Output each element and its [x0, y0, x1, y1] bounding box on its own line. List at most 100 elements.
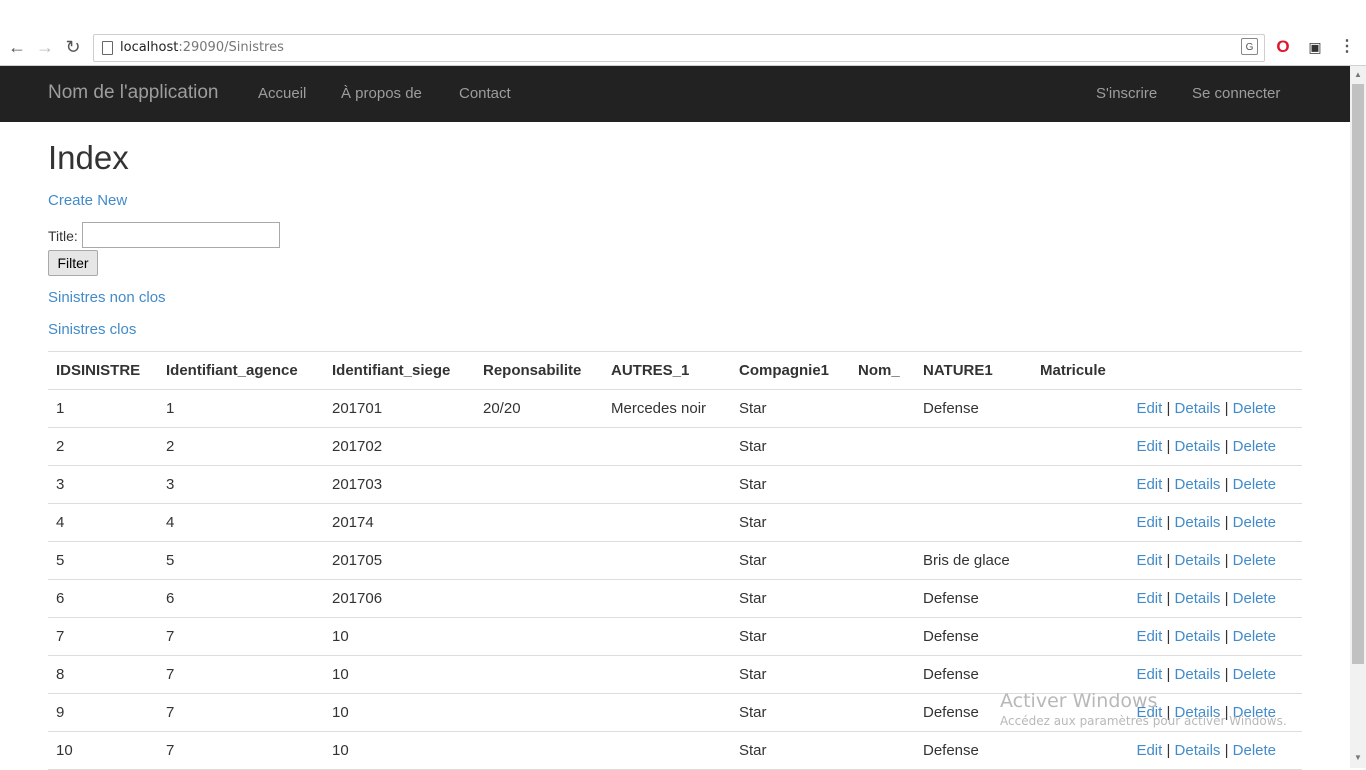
- reload-icon[interactable]: ↻: [62, 36, 84, 58]
- table-cell: 7: [158, 617, 324, 656]
- title-filter-input[interactable]: [82, 222, 280, 248]
- edit-link[interactable]: Edit: [1136, 666, 1162, 683]
- details-link[interactable]: Details: [1175, 742, 1221, 759]
- table-cell: [850, 503, 915, 542]
- delete-link[interactable]: Delete: [1233, 628, 1276, 645]
- row-actions: Edit | Details | Delete: [1127, 503, 1302, 542]
- details-link[interactable]: Details: [1175, 400, 1221, 417]
- row-actions: Edit | Details | Delete: [1127, 579, 1302, 618]
- navbar: Nom de l'application Accueil À propos de…: [0, 66, 1350, 122]
- action-separator: |: [1162, 666, 1175, 683]
- edit-link[interactable]: Edit: [1136, 552, 1162, 569]
- navbar-brand[interactable]: Nom de l'application: [48, 82, 219, 104]
- nav-contact[interactable]: Contact: [459, 85, 511, 102]
- page-scrollbar[interactable]: ▲ ▼: [1350, 66, 1366, 768]
- watermark-title: Activer Windows: [1000, 690, 1158, 712]
- delete-link[interactable]: Delete: [1233, 514, 1276, 531]
- delete-link[interactable]: Delete: [1233, 666, 1276, 683]
- menu-dots-icon[interactable]: ⋮: [1338, 38, 1356, 56]
- nav-register[interactable]: S'inscrire: [1096, 85, 1157, 102]
- table-cell: [603, 617, 731, 656]
- column-header: Identifiant_agence: [158, 351, 324, 390]
- delete-link[interactable]: Delete: [1233, 590, 1276, 607]
- column-header: Compagnie1: [731, 351, 850, 390]
- table-cell: [475, 427, 603, 466]
- back-arrow-icon[interactable]: ←: [6, 36, 28, 58]
- scrollbar-thumb[interactable]: [1352, 84, 1364, 664]
- table-row: 3 3 201703 Star Edit | Details | Delete: [48, 465, 1302, 504]
- delete-link[interactable]: Delete: [1233, 476, 1276, 493]
- scroll-down-icon[interactable]: ▼: [1354, 753, 1362, 762]
- table-cell: [915, 465, 1032, 504]
- row-actions: Edit | Details | Delete: [1127, 731, 1302, 770]
- details-link[interactable]: Details: [1175, 438, 1221, 455]
- table-cell: 7: [48, 617, 158, 656]
- table-row: 1 1 201701 20/20 Mercedes noir Star Defense Edi…: [48, 389, 1302, 428]
- action-separator: |: [1162, 628, 1175, 645]
- details-link[interactable]: Details: [1175, 476, 1221, 493]
- edit-link[interactable]: Edit: [1136, 476, 1162, 493]
- table-cell: [603, 541, 731, 580]
- delete-link[interactable]: Delete: [1233, 742, 1276, 759]
- forward-arrow-icon[interactable]: →: [34, 36, 56, 58]
- edit-link[interactable]: Edit: [1136, 590, 1162, 607]
- table-cell: Defense: [915, 617, 1032, 656]
- table-cell: [915, 503, 1032, 542]
- details-link[interactable]: Details: [1175, 666, 1221, 683]
- delete-link[interactable]: Delete: [1233, 552, 1276, 569]
- table-cell: [475, 579, 603, 618]
- column-header-actions: [1127, 351, 1302, 390]
- table-cell: [603, 693, 731, 732]
- filter-label: Title:: [48, 228, 78, 244]
- table-cell: [1032, 427, 1127, 466]
- table-cell: [475, 693, 603, 732]
- table-cell: [850, 389, 915, 428]
- table-cell: 1: [158, 389, 324, 428]
- table-cell: [603, 427, 731, 466]
- table-cell: [850, 579, 915, 618]
- translate-icon[interactable]: G: [1241, 38, 1258, 55]
- table-cell: [475, 465, 603, 504]
- table-cell: Star: [731, 465, 850, 504]
- table-cell: 6: [158, 579, 324, 618]
- edit-link[interactable]: Edit: [1136, 514, 1162, 531]
- create-new-link[interactable]: Create New: [48, 192, 127, 209]
- table-row: 2 2 201702 Star Edit | Details | Delete: [48, 427, 1302, 466]
- delete-link[interactable]: Delete: [1233, 438, 1276, 455]
- address-bar[interactable]: localhost:29090/Sinistres: [93, 34, 1265, 62]
- edit-link[interactable]: Edit: [1136, 742, 1162, 759]
- table-cell: Star: [731, 427, 850, 466]
- sinistres-clos-link[interactable]: Sinistres clos: [48, 321, 136, 338]
- url-text[interactable]: localhost:29090/Sinistres: [120, 40, 284, 55]
- details-link[interactable]: Details: [1175, 514, 1221, 531]
- table-cell: 10: [324, 617, 475, 656]
- edit-link[interactable]: Edit: [1136, 438, 1162, 455]
- table-cell: Star: [731, 503, 850, 542]
- column-header: Identifiant_siege: [324, 351, 475, 390]
- details-link[interactable]: Details: [1175, 590, 1221, 607]
- table-cell: Defense: [915, 655, 1032, 694]
- table-cell: 7: [158, 731, 324, 770]
- row-actions: Edit | Details | Delete: [1127, 617, 1302, 656]
- nav-accueil[interactable]: Accueil: [258, 85, 306, 102]
- action-separator: |: [1162, 742, 1175, 759]
- page-icon: [102, 41, 113, 55]
- scroll-up-icon[interactable]: ▲: [1354, 70, 1362, 79]
- extension-icon[interactable]: ▣: [1306, 38, 1324, 56]
- sinistres-non-clos-link[interactable]: Sinistres non clos: [48, 289, 166, 306]
- table-cell: [1032, 465, 1127, 504]
- edit-link[interactable]: Edit: [1136, 628, 1162, 645]
- nav-login[interactable]: Se connecter: [1192, 85, 1280, 102]
- table-cell: [603, 655, 731, 694]
- table-cell: 10: [324, 731, 475, 770]
- details-link[interactable]: Details: [1175, 552, 1221, 569]
- table-cell: [1032, 579, 1127, 618]
- filter-button[interactable]: Filter: [48, 250, 98, 276]
- opera-icon[interactable]: O: [1274, 38, 1292, 56]
- edit-link[interactable]: Edit: [1136, 400, 1162, 417]
- delete-link[interactable]: Delete: [1233, 400, 1276, 417]
- details-link[interactable]: Details: [1175, 628, 1221, 645]
- action-separator: |: [1220, 628, 1233, 645]
- table-cell: [475, 541, 603, 580]
- nav-a-propos[interactable]: À propos de: [341, 85, 422, 102]
